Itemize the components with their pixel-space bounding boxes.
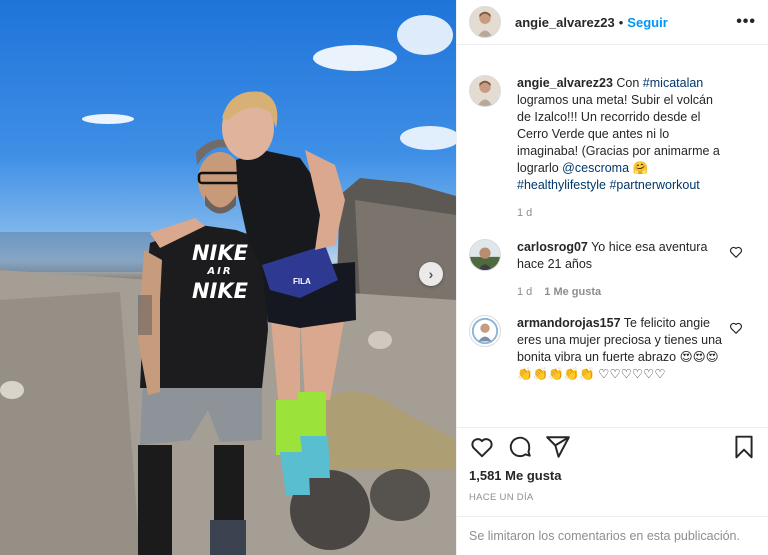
mention-link[interactable]: @cescroma: [562, 161, 629, 175]
avatar[interactable]: [469, 6, 501, 38]
shirt-print: NIKE AIR NIKE: [188, 242, 252, 302]
comments-limited-text: Se limitaron los comentarios en esta pub…: [469, 529, 740, 543]
hashtag-link[interactable]: #healthylifestyle: [517, 178, 606, 192]
hashtag-link[interactable]: #partnerworkout: [609, 178, 699, 192]
follow-button[interactable]: Seguir: [627, 15, 667, 30]
caption-body: angie_alvarez23 Con #micatalan logramos …: [517, 75, 727, 222]
post-header: angie_alvarez23 • Seguir •••: [457, 0, 768, 45]
comment-item: carlosrog07 Yo hice esa aventura hace 21…: [469, 239, 757, 301]
caption-text: Con: [612, 76, 643, 90]
likes-count[interactable]: 1,581 Me gusta: [469, 468, 757, 483]
post-actions: 1,581 Me gusta HACE UN DÍA: [457, 427, 768, 503]
caption-meta: 1 d: [517, 205, 727, 222]
comment-bubble-icon[interactable]: [507, 434, 533, 460]
comment-item: armandorojas157 Te felicito angie eres u…: [469, 315, 757, 383]
caption-username[interactable]: angie_alvarez23: [517, 76, 613, 90]
post-time[interactable]: HACE UN DÍA: [469, 492, 757, 503]
bag-logo: FILA: [293, 277, 311, 286]
shirt-text-mid: AIR: [207, 266, 233, 277]
avatar[interactable]: [469, 75, 501, 107]
comment-username[interactable]: carlosrog07: [517, 240, 588, 254]
comment-username[interactable]: armandorojas157: [517, 316, 621, 330]
comments-list[interactable]: angie_alvarez23 Con #micatalan logramos …: [457, 46, 768, 426]
comments-limited-notice: Se limitaron los comentarios en esta pub…: [457, 516, 768, 555]
post-photo[interactable]: NIKE AIR NIKE FILA ›: [0, 0, 456, 555]
shirt-text-top: NIKE: [191, 241, 248, 265]
comment-likes[interactable]: 1 Me gusta: [544, 286, 601, 298]
caption-text: 🤗: [629, 161, 649, 175]
action-bar: [469, 428, 757, 466]
like-comment-heart-icon[interactable]: [729, 245, 743, 259]
more-options-icon[interactable]: •••: [736, 13, 756, 31]
comment-body: carlosrog07 Yo hice esa aventura hace 21…: [517, 239, 727, 301]
separator-dot: •: [618, 14, 624, 30]
post-username[interactable]: angie_alvarez23: [515, 15, 615, 30]
chevron-right-icon[interactable]: ›: [419, 262, 443, 286]
hashtag-link[interactable]: #micatalan: [643, 76, 703, 90]
caption-time[interactable]: 1 d: [517, 207, 532, 219]
caption: angie_alvarez23 Con #micatalan logramos …: [469, 75, 757, 222]
shirt-text-bottom: NIKE: [191, 279, 248, 303]
like-comment-heart-icon[interactable]: [729, 321, 743, 335]
avatar[interactable]: [469, 239, 501, 271]
comment-time[interactable]: 1 d: [517, 286, 532, 298]
like-heart-icon[interactable]: [469, 434, 495, 460]
comment-body: armandorojas157 Te felicito angie eres u…: [517, 315, 727, 383]
share-paper-plane-icon[interactable]: [545, 434, 571, 460]
post-sidebar: angie_alvarez23 • Seguir ••• angie_alvar…: [456, 0, 768, 555]
avatar[interactable]: [469, 315, 501, 347]
bookmark-icon[interactable]: [731, 434, 757, 460]
comment-meta: 1 d 1 Me gusta: [517, 284, 727, 301]
